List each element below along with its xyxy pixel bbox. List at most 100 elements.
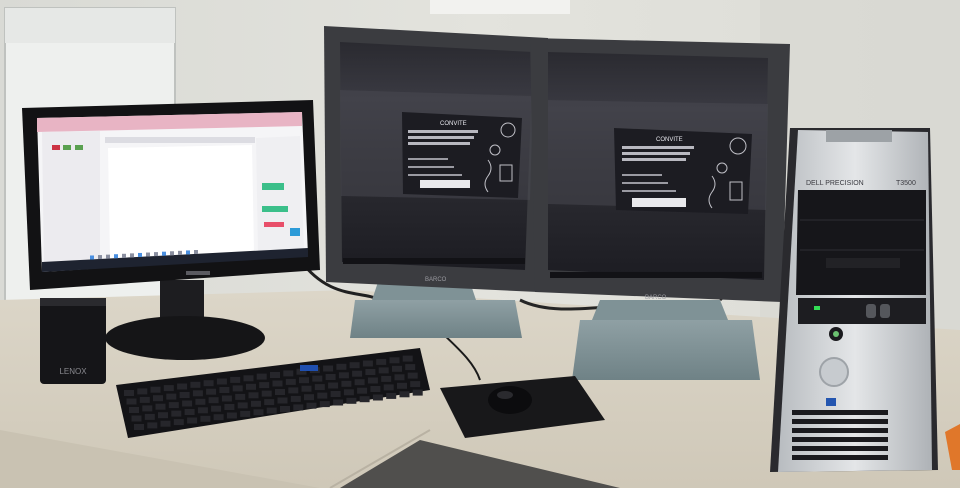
keyboard-key [402,355,413,362]
keyboard-key [365,369,376,375]
keyboard-key [306,402,317,409]
keyboard-key [216,378,227,385]
keyboard-key [352,370,363,377]
pc-drive-bay [796,190,926,295]
keyboard-key [325,374,336,380]
taskbar-icon [170,251,174,256]
keyboard-key [126,398,137,405]
keyboard-key [354,379,365,386]
keyboard-key [394,374,405,381]
app-icon [52,145,60,150]
pc-model: DELL PRECISION [806,180,864,187]
taskbar-icon [90,255,94,260]
keyboard-key [285,378,296,385]
vent [792,446,888,451]
keyboard-key [184,409,195,415]
keyboard-key [182,400,193,407]
invite-button-right [632,198,686,207]
taskbar-icon [178,250,182,255]
keyboard-key [226,412,237,419]
invite-line [408,130,478,133]
app-button-green [262,206,288,212]
keyboard-key [200,415,211,422]
keyboard-key [230,376,241,383]
invite-title-right: CONVITE [656,137,683,143]
barco-left-brand: BARCO [425,277,447,283]
whiteboard-top [5,8,175,43]
keyboard-key [139,396,150,403]
app-button-red [264,222,284,227]
invite-button-left [420,180,470,188]
keyboard-key [213,414,224,421]
keyboard-key [367,377,378,384]
keyboard-key [341,380,352,387]
taskbar-icon [186,250,190,255]
keyboard-key [153,395,163,402]
keyboard-key [314,384,325,391]
keyboard-key [336,363,347,370]
keyboard-key [168,402,179,409]
app-button-blue [290,228,300,236]
keyboard-led [300,365,318,371]
dell-logo [819,357,849,387]
invite-line [408,142,470,145]
keyboard-key [211,405,222,412]
keyboard-key [299,377,309,384]
keyboard-key [333,399,344,406]
keyboard-key [283,370,294,377]
keyboard-key [389,357,400,364]
keyboard-key [129,407,139,413]
left-monitor-logo [186,271,210,275]
keyboard-key [323,365,334,372]
dell-workstation: DELL PRECISION T3500 [770,128,938,472]
speaker-top [40,298,106,306]
vent [792,437,888,442]
keyboard-key [248,392,259,399]
keyboard-key [330,391,341,397]
keyboard-key [173,419,184,426]
barco-base-right [572,320,760,380]
keyboard-key [357,387,368,394]
keyboard-key [301,385,312,392]
speaker-brand: LENOX [59,367,87,376]
taskbar-icon [194,250,198,254]
keyboard-key [317,392,328,399]
vent [792,419,888,424]
keyboard-key [264,399,275,406]
keyboard-key [319,401,330,408]
taskbar-icon [138,252,142,257]
pc-power-led [833,331,839,337]
keyboard-key [397,382,407,389]
keyboard-key [399,391,410,398]
photo-scene: LENOX CONVITE BARCO CONVITE BARCO DELL P… [0,0,960,488]
keyboard-key [372,394,383,401]
left-monitor-base [105,316,265,360]
keyboard-key [290,395,301,402]
keyboard-key [253,409,264,416]
keyboard-key [237,402,248,409]
pc-grille [826,258,900,268]
keyboard-key [392,365,402,372]
keyboard-key [410,381,421,388]
keyboard-key [338,372,349,379]
keyboard-key [256,373,267,380]
keyboard-key [270,372,280,378]
keyboard-key [328,382,339,389]
keyboard-key [266,407,277,414]
keyboard-key [293,404,304,411]
invite-line [622,190,676,192]
pc-handle [826,130,892,142]
keyboard-key [277,397,288,404]
keyboard-key [412,389,423,396]
keyboard-key [150,386,161,393]
app-icon [63,145,71,150]
keyboard-key [124,390,134,396]
keyboard-key [362,360,373,367]
invite-line [622,182,668,184]
keyboard-key [359,396,370,403]
keyboard-key [235,393,246,400]
pc-series: T3500 [896,180,916,187]
keyboard-key [131,415,142,422]
keyboard-key [381,375,392,382]
keyboard-key [280,406,290,412]
